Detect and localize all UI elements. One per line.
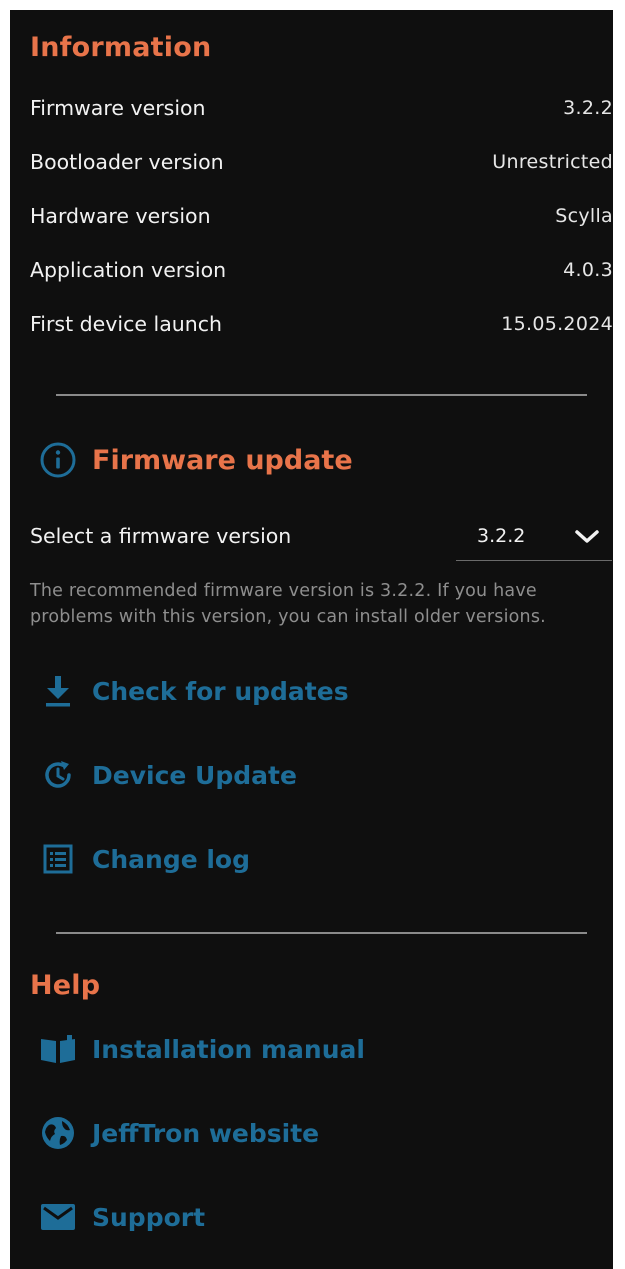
select-firmware-label: Select a firmware version bbox=[30, 524, 292, 548]
divider bbox=[56, 394, 587, 396]
info-label: Bootloader version bbox=[30, 150, 224, 174]
support-link[interactable]: Support bbox=[38, 1196, 205, 1238]
change-log-label: Change log bbox=[92, 844, 251, 874]
info-row-firmware: Firmware version 3.2.2 bbox=[30, 93, 613, 123]
help-title: Help bbox=[30, 970, 101, 1001]
info-label: Firmware version bbox=[30, 96, 206, 120]
info-value: Scylla bbox=[555, 205, 613, 227]
firmware-update-header: Firmware update bbox=[38, 440, 353, 480]
firmware-version-dropdown[interactable]: 3.2.2 bbox=[456, 516, 612, 561]
jefftron-website-label: JeffTron website bbox=[92, 1118, 320, 1148]
globe-icon bbox=[38, 1113, 78, 1153]
device-update-button[interactable]: Device Update bbox=[38, 754, 297, 796]
check-for-updates-label: Check for updates bbox=[92, 676, 349, 706]
change-log-button[interactable]: Change log bbox=[38, 838, 250, 880]
firmware-select-row: Select a firmware version 3.2.2 bbox=[30, 516, 613, 562]
info-row-application: Application version 4.0.3 bbox=[30, 255, 613, 285]
settings-screen: Information Firmware version 3.2.2 Bootl… bbox=[10, 10, 613, 1269]
check-for-updates-button[interactable]: Check for updates bbox=[38, 670, 349, 712]
info-label: Application version bbox=[30, 258, 227, 282]
info-value: Unrestricted bbox=[492, 151, 613, 173]
book-icon bbox=[38, 1029, 78, 1069]
info-icon bbox=[40, 442, 76, 478]
device-update-label: Device Update bbox=[92, 760, 297, 790]
firmware-update-title: Firmware update bbox=[92, 444, 353, 476]
update-icon bbox=[38, 755, 78, 795]
jefftron-website-link[interactable]: JeffTron website bbox=[38, 1112, 319, 1154]
info-row-first-launch: First device launch 15.05.2024 bbox=[30, 309, 613, 339]
info-row-hardware: Hardware version Scylla bbox=[30, 201, 613, 231]
info-value: 3.2.2 bbox=[563, 97, 613, 119]
info-value: 4.0.3 bbox=[563, 259, 613, 281]
download-icon bbox=[38, 671, 78, 711]
info-value: 15.05.2024 bbox=[501, 313, 613, 335]
information-title: Information bbox=[30, 32, 212, 63]
info-label: Hardware version bbox=[30, 204, 211, 228]
chevron-down-icon bbox=[575, 530, 599, 543]
recommended-version-note: The recommended firmware version is 3.2.… bbox=[30, 581, 546, 627]
installation-manual-link[interactable]: Installation manual bbox=[38, 1028, 365, 1070]
info-label: First device launch bbox=[30, 312, 223, 336]
installation-manual-label: Installation manual bbox=[92, 1034, 365, 1064]
divider bbox=[56, 932, 587, 934]
mail-icon bbox=[38, 1197, 78, 1237]
info-row-bootloader: Bootloader version Unrestricted bbox=[30, 147, 613, 177]
list-icon bbox=[38, 839, 78, 879]
selected-version: 3.2.2 bbox=[477, 525, 526, 547]
support-label: Support bbox=[92, 1202, 206, 1232]
